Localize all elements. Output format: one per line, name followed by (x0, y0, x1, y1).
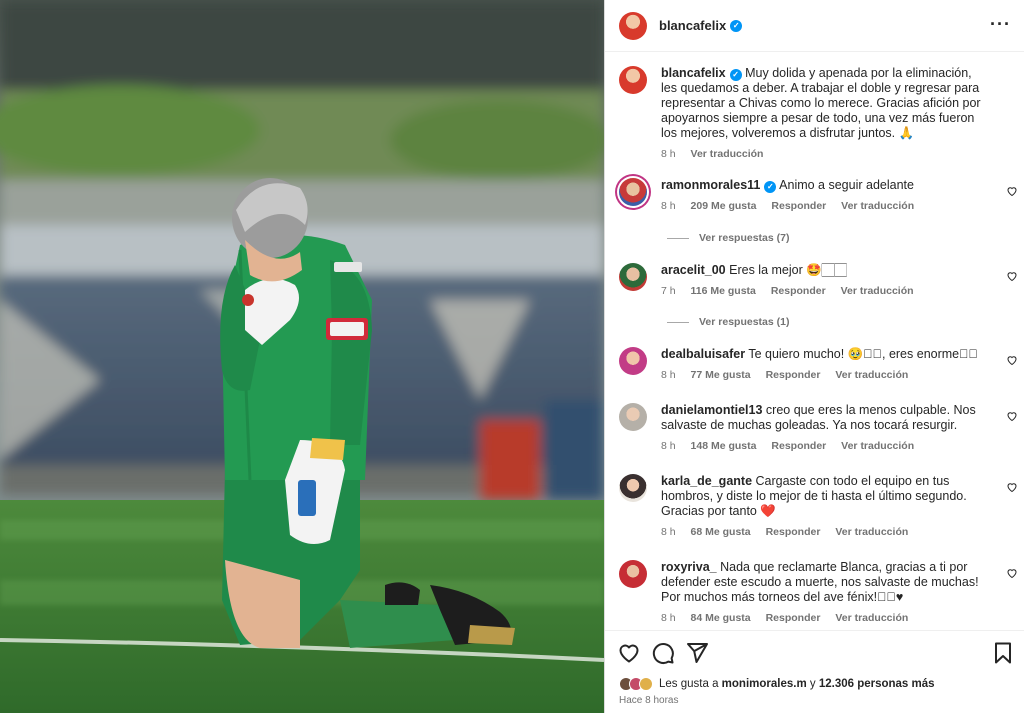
more-options-icon[interactable]: ··· (990, 15, 1011, 33)
likes-others-link[interactable]: 12.306 personas más (819, 678, 935, 690)
comments-list[interactable]: blancafelix ✓ Muy dolida y apenada por la… (605, 52, 1024, 630)
comment-likes[interactable]: 148 Me gusta (691, 440, 757, 452)
comment-avatar[interactable] (619, 560, 647, 588)
caption-username[interactable]: blancafelix (661, 66, 726, 80)
view-replies-label[interactable]: Ver respuestas (7) (699, 232, 789, 244)
reply-button[interactable]: Responder (771, 285, 826, 297)
reply-button[interactable]: Responder (771, 200, 826, 212)
caption-time[interactable]: 8 h (661, 148, 676, 160)
comment-text: Te quiero mucho! 🥹🏻🏻, eres enorme🏻🏻 (748, 347, 978, 361)
comment-likes[interactable]: 77 Me gusta (691, 369, 751, 381)
likes-middle: y (809, 678, 816, 690)
comment-likes[interactable]: 209 Me gusta (691, 200, 757, 212)
comment-time[interactable]: 7 h (661, 285, 676, 297)
comment-time[interactable]: 8 h (661, 200, 676, 212)
comment-bubble-icon[interactable] (651, 641, 675, 665)
liker-avatar[interactable] (639, 677, 653, 691)
translate-link[interactable]: Ver traducción (835, 526, 908, 538)
view-replies-button[interactable]: Ver respuestas (7) (667, 232, 789, 244)
caption-avatar[interactable] (619, 66, 647, 94)
comment-username[interactable]: dealbaluisafer (661, 347, 745, 361)
likes-text: Les gusta a monimorales.m y 12.306 perso… (659, 678, 935, 690)
likes-summary: Les gusta a monimorales.m y 12.306 perso… (619, 676, 935, 692)
comment-likes[interactable]: 84 Me gusta (691, 612, 751, 624)
comment-avatar[interactable] (619, 403, 647, 431)
comment-username[interactable]: roxyriva_ (661, 560, 717, 574)
reply-button[interactable]: Responder (771, 440, 826, 452)
comment-username[interactable]: karla_de_gante (661, 474, 752, 488)
comment-avatar[interactable] (619, 263, 647, 291)
comment-time[interactable]: 8 h (661, 612, 676, 624)
heart-icon[interactable] (1006, 410, 1018, 422)
heart-icon[interactable] (1006, 185, 1018, 197)
replies-divider (667, 321, 689, 323)
bookmark-icon[interactable] (991, 641, 1015, 665)
post-detail-panel: blancafelix ✓ ··· blancafelix ✓ Muy dolid… (604, 0, 1024, 713)
heart-icon[interactable] (1006, 567, 1018, 579)
verified-badge-icon: ✓ (764, 181, 777, 193)
likes-user-link[interactable]: monimorales.m (722, 678, 807, 690)
comment-likes[interactable]: 116 Me gusta (691, 285, 756, 297)
translate-link[interactable]: Ver traducción (841, 200, 914, 212)
comment-username[interactable]: aracelit_00 (661, 263, 726, 277)
view-replies-button[interactable]: Ver respuestas (1) (667, 316, 789, 328)
author-username[interactable]: blancafelix (659, 18, 726, 33)
comment-likes[interactable]: 68 Me gusta (691, 526, 751, 538)
replies-divider (667, 237, 689, 239)
comment-avatar[interactable] (619, 178, 647, 206)
comment-avatar[interactable] (619, 347, 647, 375)
goalkeeper-kneeling-photo (0, 0, 604, 713)
verified-badge-icon: ✓ (729, 69, 742, 81)
comment-text: Eres la mejor 🤩🏻🏻 (729, 263, 847, 277)
action-bar (605, 630, 1024, 674)
comment-time[interactable]: 8 h (661, 369, 676, 381)
reply-button[interactable]: Responder (766, 526, 821, 538)
heart-icon[interactable] (1006, 270, 1018, 282)
likes-prefix: Les gusta a (659, 678, 719, 690)
comment-time[interactable]: 8 h (661, 526, 676, 538)
post-header: blancafelix ✓ ··· (605, 0, 1024, 52)
translate-link[interactable]: Ver traducción (835, 369, 908, 381)
translate-link[interactable]: Ver traducción (841, 285, 914, 297)
comment-username[interactable]: ramonmorales11 (661, 178, 760, 192)
heart-icon[interactable] (1006, 481, 1018, 493)
heart-icon[interactable] (1006, 354, 1018, 366)
reply-button[interactable]: Responder (766, 369, 821, 381)
verified-badge-icon: ✓ (730, 19, 743, 32)
post-timestamp[interactable]: Hace 8 horas (619, 695, 678, 706)
view-replies-label[interactable]: Ver respuestas (1) (699, 316, 789, 328)
comment-time[interactable]: 8 h (661, 440, 676, 452)
reply-button[interactable]: Responder (766, 612, 821, 624)
post-photo[interactable] (0, 0, 604, 713)
comment-text: Animo a seguir adelante (779, 178, 914, 192)
translate-link[interactable]: Ver traducción (835, 612, 908, 624)
share-paper-plane-icon[interactable] (685, 641, 709, 665)
like-heart-icon[interactable] (617, 641, 641, 665)
caption-translate-link[interactable]: Ver traducción (691, 148, 764, 160)
translate-link[interactable]: Ver traducción (841, 440, 914, 452)
author-avatar[interactable] (619, 11, 647, 40)
comment-avatar[interactable] (619, 474, 647, 502)
comment-username[interactable]: danielamontiel13 (661, 403, 762, 417)
